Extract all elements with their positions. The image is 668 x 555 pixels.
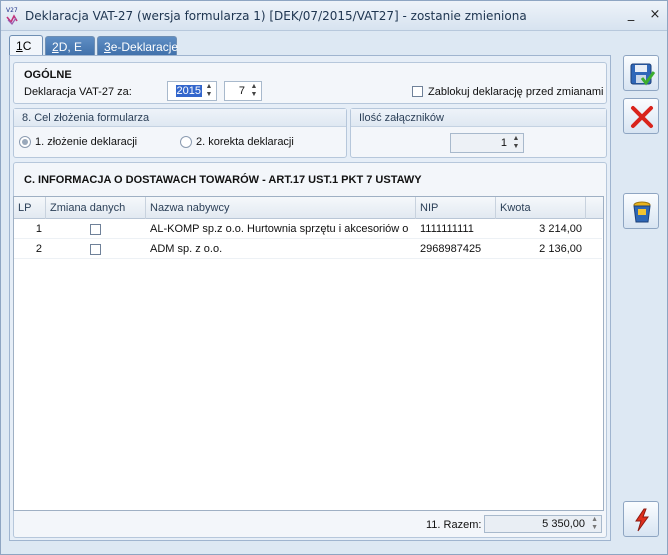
save-button[interactable] — [623, 55, 659, 91]
vat27-app-icon: V27 — [6, 7, 18, 25]
sum-field: 5 350,00 ▲ ▼ — [484, 515, 602, 533]
col-nip[interactable]: NIP — [416, 197, 496, 219]
row-nip: 1111111111 — [420, 223, 474, 235]
title-bar: V27 Deklaracja VAT-27 (wersja formularza… — [1, 1, 667, 31]
sum-value: 5 350,00 — [542, 518, 585, 530]
row-amount: 3 214,00 — [539, 223, 582, 235]
sum-spin-icon: ▲ ▼ — [591, 516, 598, 531]
row-lp: 1 — [35, 223, 42, 235]
svg-text:V27: V27 — [6, 7, 18, 14]
col-name[interactable]: Nazwa nabywcy — [146, 197, 416, 219]
tab-d-e-key: 2 — [52, 40, 59, 54]
table-row[interactable]: 1 AL-KOMP sp.z o.o. Hurtownia sprzętu i … — [14, 220, 602, 239]
table-row[interactable]: 2 ADM sp. z o.o. 2968987425 2 136,00 — [14, 240, 602, 259]
lightning-icon — [635, 508, 649, 532]
delete-button[interactable] — [623, 193, 659, 229]
tab-e-deklaracje[interactable]: 3e-Deklaracje — [97, 36, 179, 57]
year-down-icon[interactable]: ▼ — [204, 91, 214, 99]
month-spinner[interactable]: 7 ▲ ▼ — [224, 81, 262, 101]
row-nip: 2968987425 — [420, 243, 482, 255]
minimize-button[interactable]: _ — [623, 7, 639, 23]
col-filler — [586, 197, 603, 219]
dialog-window: V27 Deklaracja VAT-27 (wersja formularza… — [0, 0, 668, 555]
attachments-spinner[interactable]: 1 ▲ ▼ — [450, 133, 524, 153]
table-header: LP Zmiana danych Nazwa nabywcy NIP Kwota — [14, 197, 603, 219]
tab-c[interactable]: 1C — [9, 35, 43, 57]
month-up-icon[interactable]: ▲ — [249, 83, 259, 91]
purpose-option1-label: 1. złożenie deklaracji — [35, 136, 138, 148]
attachments-group: Ilość załączników 1 ▲ ▼ — [350, 108, 607, 158]
cancel-icon — [631, 106, 653, 128]
row-change-checkbox[interactable] — [90, 244, 101, 255]
run-button[interactable] — [623, 501, 659, 537]
purpose-heading: 8. Cel złożenia formularza — [14, 109, 346, 127]
row-buyer-name: AL-KOMP sp.z o.o. Hurtownia sprzętu i ak… — [150, 223, 409, 235]
year-value: 2015 — [175, 85, 202, 97]
lock-label: Zablokuj deklarację przed zmianami — [428, 86, 604, 98]
close-button[interactable]: × — [647, 7, 663, 23]
tab-d-e-label: D, E — [58, 40, 83, 54]
general-heading: OGÓLNE — [24, 69, 72, 81]
attachments-up-icon[interactable]: ▲ — [511, 135, 521, 143]
tab-e-deklaracje-label: e-Deklaracje — [110, 40, 179, 54]
col-change[interactable]: Zmiana danych — [46, 197, 146, 219]
col-lp[interactable]: LP — [14, 197, 46, 219]
purpose-option2-radio[interactable] — [180, 136, 192, 148]
attachments-heading: Ilość załączników — [351, 109, 606, 127]
save-icon — [630, 63, 655, 86]
cancel-button[interactable] — [623, 98, 659, 134]
month-value: 7 — [238, 85, 245, 97]
sum-label: 11. Razem: — [426, 519, 482, 531]
tab-e-deklaracje-key: 3 — [104, 40, 111, 54]
tab-panel-c: OGÓLNE Deklaracja VAT-27 za: 2015 ▲ ▼ 7 … — [9, 55, 611, 541]
row-lp: 2 — [35, 243, 42, 255]
trash-bin-icon — [633, 201, 651, 223]
row-change-checkbox[interactable] — [90, 224, 101, 235]
window-title: Deklaracja VAT-27 (wersja formularza 1) … — [25, 9, 527, 23]
tab-c-key: 1 — [16, 39, 23, 53]
row-buyer-name: ADM sp. z o.o. — [150, 243, 223, 255]
purpose-option1-radio[interactable] — [19, 136, 31, 148]
year-up-icon[interactable]: ▲ — [204, 83, 214, 91]
attachments-value: 1 — [500, 137, 507, 149]
row-amount: 2 136,00 — [539, 243, 582, 255]
general-group: OGÓLNE Deklaracja VAT-27 za: 2015 ▲ ▼ 7 … — [13, 62, 607, 104]
tab-d-e[interactable]: 2D, E — [45, 36, 95, 57]
year-spinner[interactable]: 2015 ▲ ▼ — [167, 81, 217, 101]
section-c-heading: C. INFORMACJA O DOSTAWACH TOWARÓW - ART.… — [24, 174, 422, 186]
month-down-icon[interactable]: ▼ — [249, 91, 259, 99]
col-amount[interactable]: Kwota — [496, 197, 586, 219]
period-label: Deklaracja VAT-27 za: — [24, 86, 132, 98]
lock-checkbox[interactable] — [412, 86, 423, 97]
tab-c-label: C — [22, 39, 32, 53]
purpose-option2-label: 2. korekta deklaracji — [196, 136, 294, 148]
attachments-down-icon[interactable]: ▼ — [511, 143, 521, 151]
deliveries-table: LP Zmiana danych Nazwa nabywcy NIP Kwota… — [13, 196, 604, 511]
purpose-group: 8. Cel złożenia formularza 1. złożenie d… — [13, 108, 347, 158]
